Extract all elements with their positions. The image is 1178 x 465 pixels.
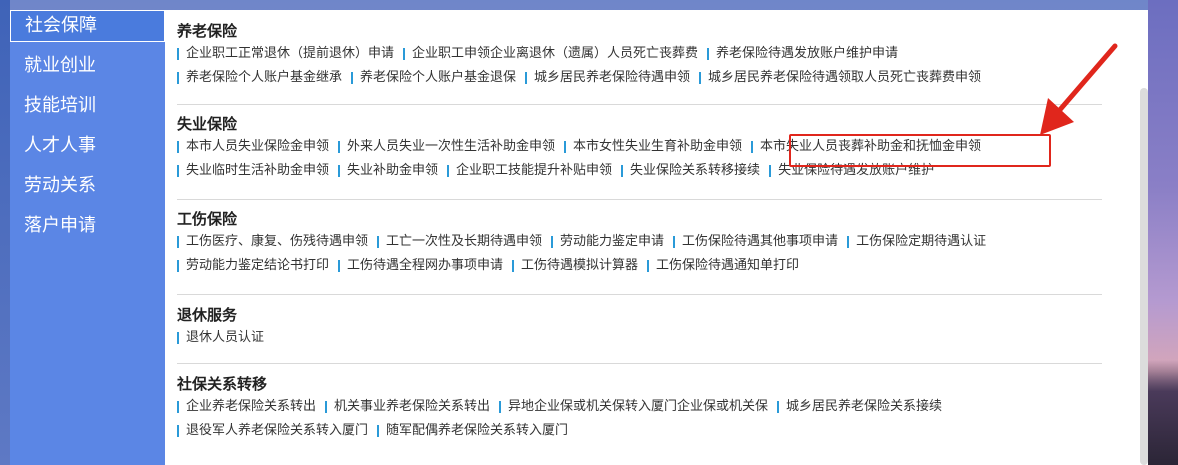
section-title: 社保关系转移 [177,375,268,393]
service-link[interactable]: 本市人员失业保险金申领 [177,135,338,159]
link-row: 劳动能力鉴定结论书打印 工伤待遇全程网办事项申请 工伤待遇模拟计算器 工伤保险待遇通知… [177,254,1102,278]
service-link[interactable]: 工伤保险待遇通知单打印 [647,254,808,278]
service-link[interactable]: 本市女性失业生育补助金申领 [564,135,751,159]
service-link[interactable]: 随军配偶养老保险关系转入厦门 [377,419,577,443]
service-link-highlighted[interactable]: 本市失业人员丧葬补助金和抚恤金申领 [751,135,990,159]
link-row: 企业职工正常退休（提前退休）申请 企业职工申领企业离退休（遗属）人员死亡丧葬费 养老… [177,42,1102,66]
background-left-strip [0,0,10,465]
service-link[interactable]: 失业补助金申领 [338,159,447,183]
section-work-injury: 工伤保险 工伤医疗、康复、伤残待遇申领 工亡一次性及长期待遇申领 劳动能力鉴定申请工… [177,208,1102,295]
sidebar-item-household-registration[interactable]: 落户申请 [10,206,165,246]
scrollbar[interactable] [1140,88,1148,465]
sidebar-item-employment[interactable]: 就业创业 [10,46,165,86]
service-link[interactable]: 失业保险待遇发放账户维护 [769,159,943,183]
link-row: 失业临时生活补助金申领 失业补助金申领 企业职工技能提升补贴申领 失业保险关系转移接续… [177,159,1102,183]
link-row: 工伤医疗、康复、伤残待遇申领 工亡一次性及长期待遇申领 劳动能力鉴定申请 工伤保险待遇… [177,230,1102,254]
service-link[interactable]: 城乡居民养老保险待遇领取人员死亡丧葬费申领 [699,66,990,90]
service-link[interactable]: 企业职工申领企业离退休（遗属）人员死亡丧葬费 [403,42,707,66]
section-title: 工伤保险 [177,210,238,228]
background-city-image [1148,360,1178,465]
service-link[interactable]: 机关事业养老保险关系转出 [325,395,499,419]
section-title: 养老保险 [177,22,238,40]
red-arrow-icon [1040,43,1118,135]
service-link[interactable]: 养老保险个人账户基金退保 [351,66,525,90]
sidebar-item-labor-relations[interactable]: 劳动关系 [10,166,165,206]
section-divider [177,104,1102,105]
link-row: 退休人员认证 [177,326,1102,350]
service-link[interactable]: 工伤医疗、康复、伤残待遇申领 [177,230,377,254]
background-right-strip [1148,0,1178,465]
section-title: 退休服务 [177,306,238,324]
link-row: 企业养老保险关系转出 机关事业养老保险关系转出 异地企业保或机关保转入厦门企业保或机… [177,395,1102,419]
service-link[interactable]: 养老保险待遇发放账户维护申请 [707,42,907,66]
service-link[interactable]: 城乡居民养老保险待遇申领 [525,66,699,90]
section-title: 失业保险 [177,115,238,133]
section-divider [177,363,1102,364]
sidebar-item-skills-training[interactable]: 技能培训 [10,86,165,126]
service-link[interactable]: 异地企业保或机关保转入厦门企业保或机关保 [499,395,777,419]
section-divider [177,294,1102,295]
service-link[interactable]: 养老保险个人账户基金继承 [177,66,351,90]
link-row: 本市人员失业保险金申领 外来人员失业一次性生活补助金申领 本市女性失业生育补助金申领… [177,135,1102,159]
service-link[interactable]: 工亡一次性及长期待遇申领 [377,230,551,254]
section-pension: 养老保险 企业职工正常退休（提前退休）申请 企业职工申领企业离退休（遗属）人员死亡… [177,20,1102,105]
service-link[interactable]: 城乡居民养老保险关系接续 [777,395,951,419]
sidebar: 社会保障 就业创业 技能培训 人才人事 劳动关系 落户申请 [10,10,165,465]
sidebar-item-personnel[interactable]: 人才人事 [10,126,165,166]
section-unemployment: 失业保险 本市人员失业保险金申领 外来人员失业一次性生活补助金申领 本市女性失业生育… [177,113,1102,200]
service-link[interactable]: 失业临时生活补助金申领 [177,159,338,183]
service-link[interactable]: 工伤保险定期待遇认证 [847,230,995,254]
section-retirement-services: 退休服务 退休人员认证 [177,304,1102,364]
service-link[interactable]: 工伤待遇模拟计算器 [512,254,647,278]
service-link[interactable]: 企业职工技能提升补贴申领 [447,159,621,183]
sidebar-item-social-security[interactable]: 社会保障 [10,10,165,42]
service-link[interactable]: 外来人员失业一次性生活补助金申领 [338,135,564,159]
services-panel: 养老保险 企业职工正常退休（提前退休）申请 企业职工申领企业离退休（遗属）人员死亡… [165,10,1148,465]
section-transfer: 社保关系转移 企业养老保险关系转出 机关事业养老保险关系转出 异地企业保或机关保转入… [177,373,1102,443]
service-link[interactable]: 退役军人养老保险关系转入厦门 [177,419,377,443]
service-link[interactable]: 企业职工正常退休（提前退休）申请 [177,42,403,66]
link-row: 退役军人养老保险关系转入厦门 随军配偶养老保险关系转入厦门 [177,419,1102,443]
service-link[interactable]: 工伤保险待遇其他事项申请 [673,230,847,254]
service-link[interactable]: 劳动能力鉴定申请 [551,230,673,254]
service-link[interactable]: 失业保险关系转移接续 [621,159,769,183]
section-divider [177,199,1102,200]
service-link[interactable]: 退休人员认证 [177,326,273,350]
service-link[interactable]: 劳动能力鉴定结论书打印 [177,254,338,278]
service-link[interactable]: 工伤待遇全程网办事项申请 [338,254,512,278]
link-row: 养老保险个人账户基金继承 养老保险个人账户基金退保 城乡居民养老保险待遇申领 城乡居民… [177,66,1102,90]
service-link[interactable]: 企业养老保险关系转出 [177,395,325,419]
